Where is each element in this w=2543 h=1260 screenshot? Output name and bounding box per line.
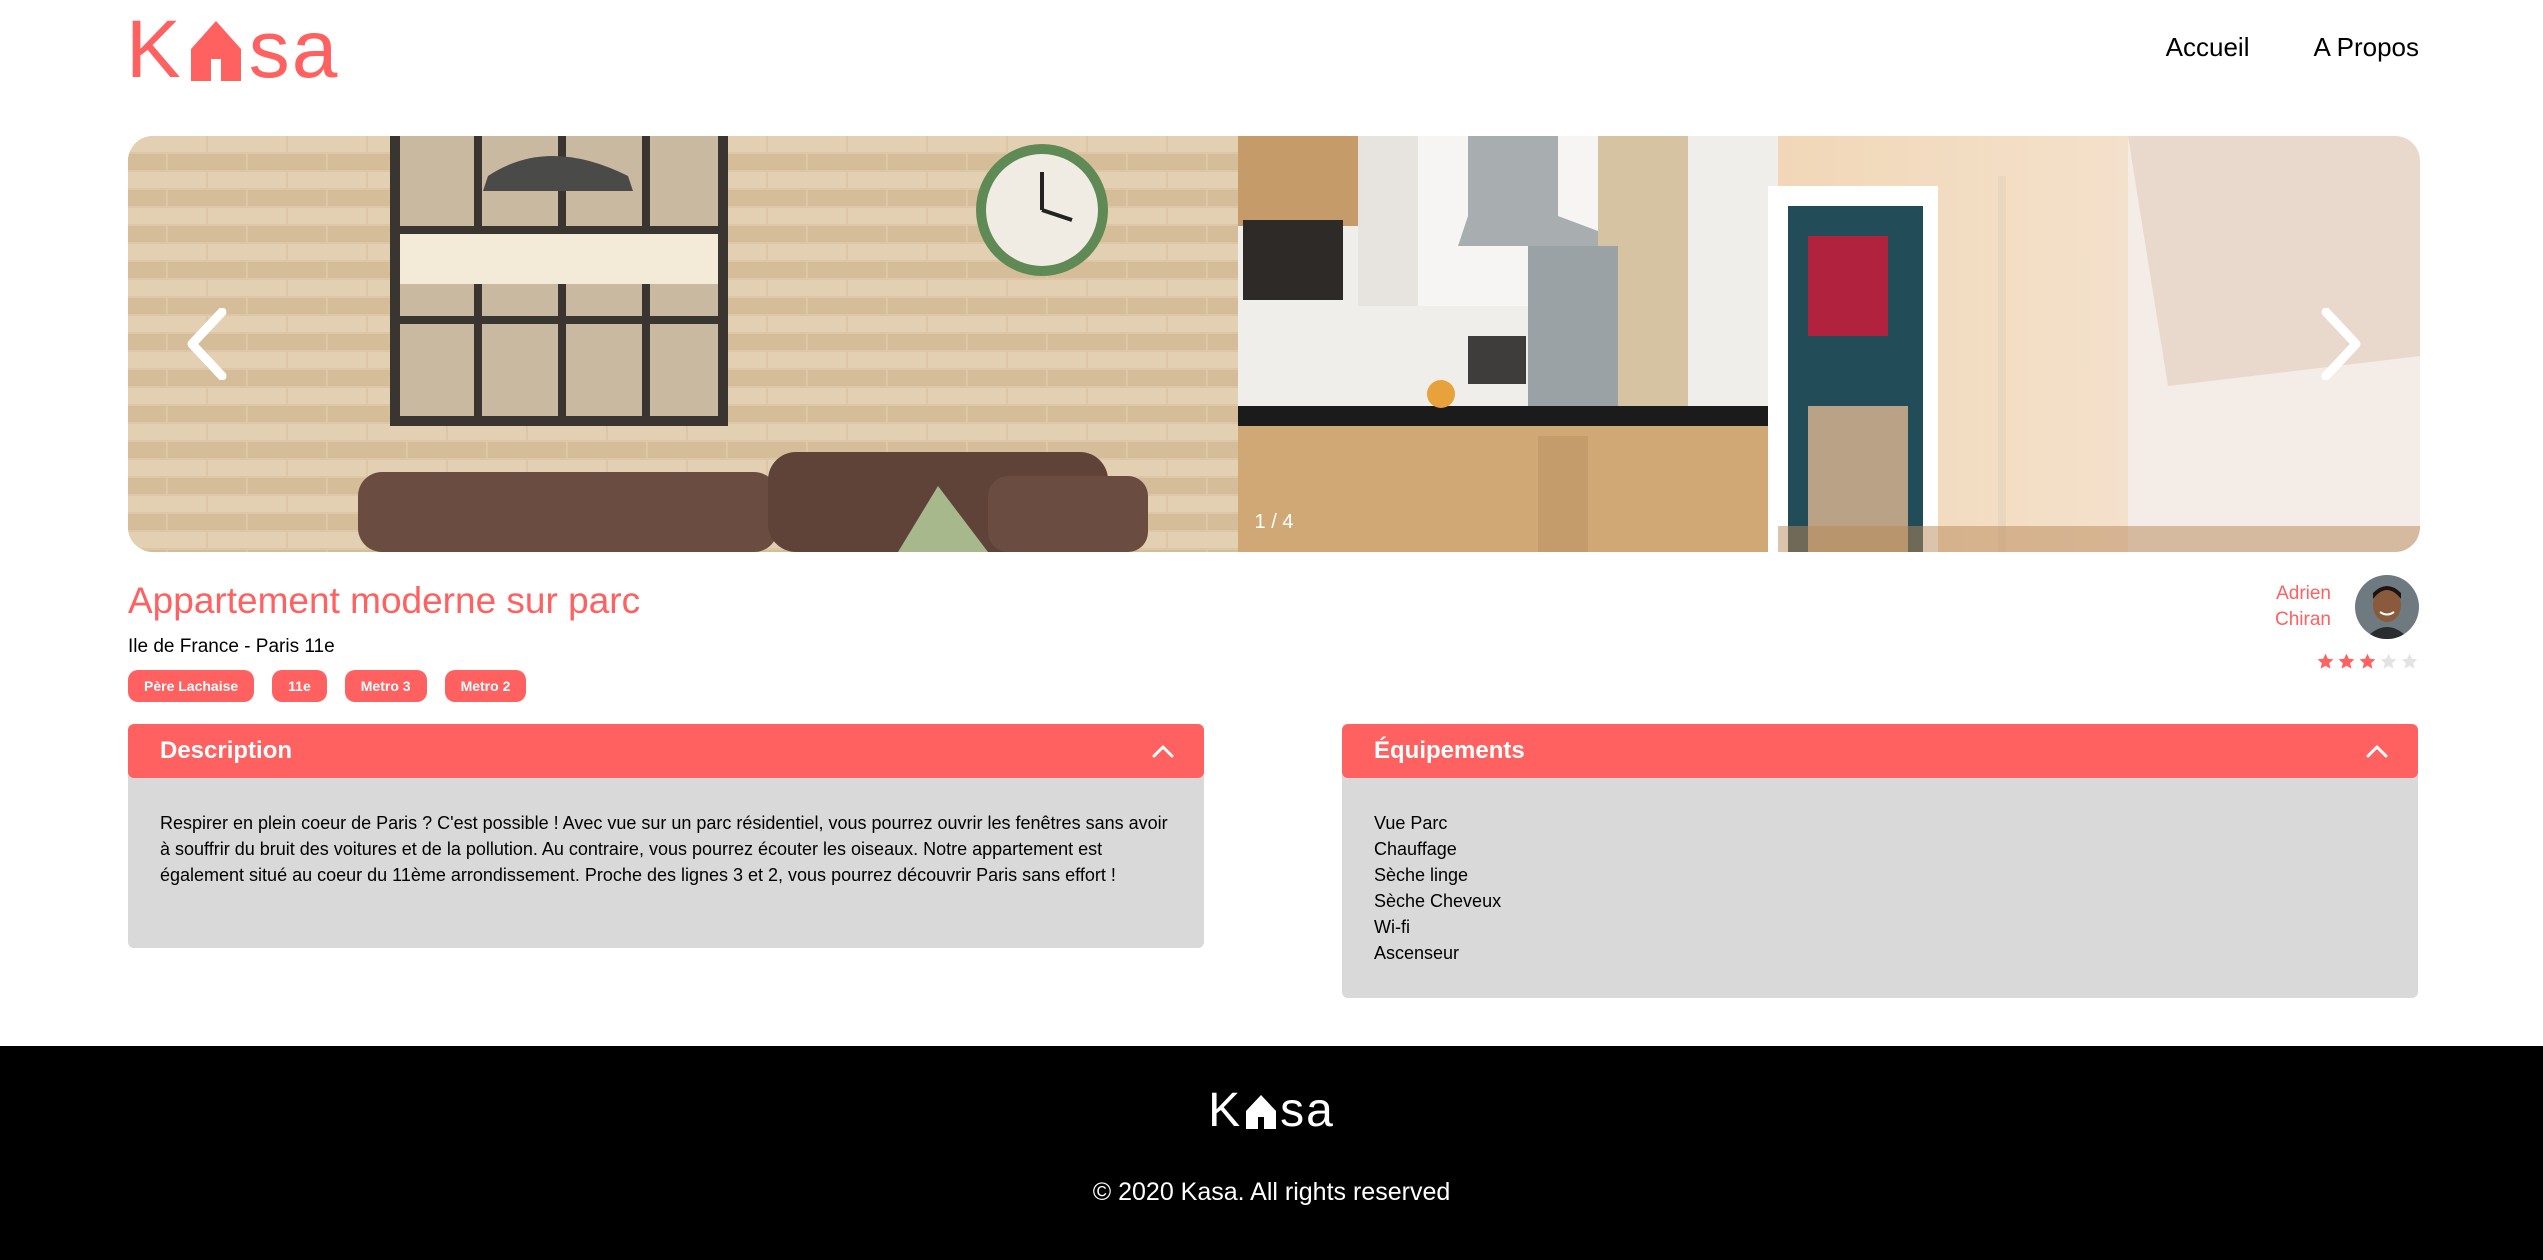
carousel-counter: 1 / 4	[1254, 511, 1294, 533]
listing-title: Appartement moderne sur parc	[128, 580, 641, 621]
apartment-photo	[128, 136, 2420, 552]
listing-location: Ile de France - Paris 11e	[128, 636, 335, 657]
copyright-text: © 2020 Kasa. All rights reserved	[1092, 1178, 1451, 1206]
equipment-item: Sèche linge	[1374, 865, 1469, 885]
star-icon	[2401, 653, 2418, 669]
carousel-prev-button[interactable]	[168, 304, 248, 384]
chevron-left-icon	[187, 308, 227, 380]
nav-link-a-propos[interactable]: A Propos	[2313, 32, 2419, 63]
kasa-logo[interactable]: K sa	[126, 4, 340, 95]
host-first-name: Adrien	[2276, 583, 2331, 604]
tag: Père Lachaise	[128, 670, 255, 702]
equipments-toggle[interactable]: Équipements	[1342, 724, 2418, 778]
host-info: Adrien Chiran	[2275, 575, 2419, 639]
tag-list: Père Lachaise 11e Metro 3 Metro 2	[128, 670, 527, 702]
equipments-label: Équipements	[1374, 737, 1525, 764]
logo-letter-k: K	[126, 4, 183, 95]
description-toggle[interactable]: Description	[128, 724, 1204, 778]
house-icon	[1246, 1095, 1277, 1129]
footer-logo-letter-k: K	[1208, 1084, 1243, 1137]
tag: Metro 3	[344, 670, 427, 702]
star-icon	[2317, 653, 2334, 669]
footer-logo: K sa	[0, 1086, 2543, 1136]
description-label: Description	[160, 737, 293, 764]
house-icon	[190, 21, 241, 81]
equipment-item: Ascenseur	[1374, 943, 1460, 963]
equipment-item: Vue Parc	[1374, 813, 1448, 833]
main-nav: Accueil A Propos	[2166, 32, 2419, 63]
star-icon	[2338, 653, 2355, 669]
equipment-item: Sèche Cheveux	[1374, 891, 1502, 911]
host-avatar	[2355, 575, 2419, 639]
equipment-item: Wi-fi	[1374, 917, 1410, 937]
star-icon	[2380, 653, 2397, 669]
footer-logo-letters-sa: sa	[1280, 1084, 1335, 1137]
equipments-list: Vue Parc Chauffage Sèche linge Sèche Che…	[1342, 772, 2418, 998]
tag: 11e	[272, 670, 327, 702]
logo-letters-sa: sa	[248, 4, 340, 95]
site-header: K sa Accueil A Propos	[0, 0, 2543, 120]
chevron-up-icon	[1152, 745, 1174, 758]
site-footer: K sa © 2020 Kasa. All rights reserved	[0, 1046, 2543, 1260]
carousel-next-button[interactable]	[2300, 304, 2380, 384]
description-text: Respirer en plein coeur de Paris ? C'est…	[128, 772, 1204, 948]
tag: Metro 2	[444, 670, 527, 702]
host-name: Adrien Chiran	[2275, 581, 2331, 633]
description-collapse: Description Respirer en plein coeur de P…	[128, 724, 1204, 948]
chevron-up-icon	[2366, 745, 2388, 758]
rating-stars	[2316, 652, 2419, 671]
host-last-name: Chiran	[2275, 609, 2331, 630]
image-carousel: 1 / 4	[128, 136, 2420, 552]
avatar-image	[2355, 575, 2419, 639]
chevron-right-icon	[2321, 308, 2361, 380]
nav-link-accueil[interactable]: Accueil	[2166, 32, 2250, 63]
equipments-collapse: Équipements Vue Parc Chauffage Sèche lin…	[1342, 724, 2418, 998]
equipment-item: Chauffage	[1374, 839, 1457, 859]
star-icon	[2359, 653, 2376, 669]
